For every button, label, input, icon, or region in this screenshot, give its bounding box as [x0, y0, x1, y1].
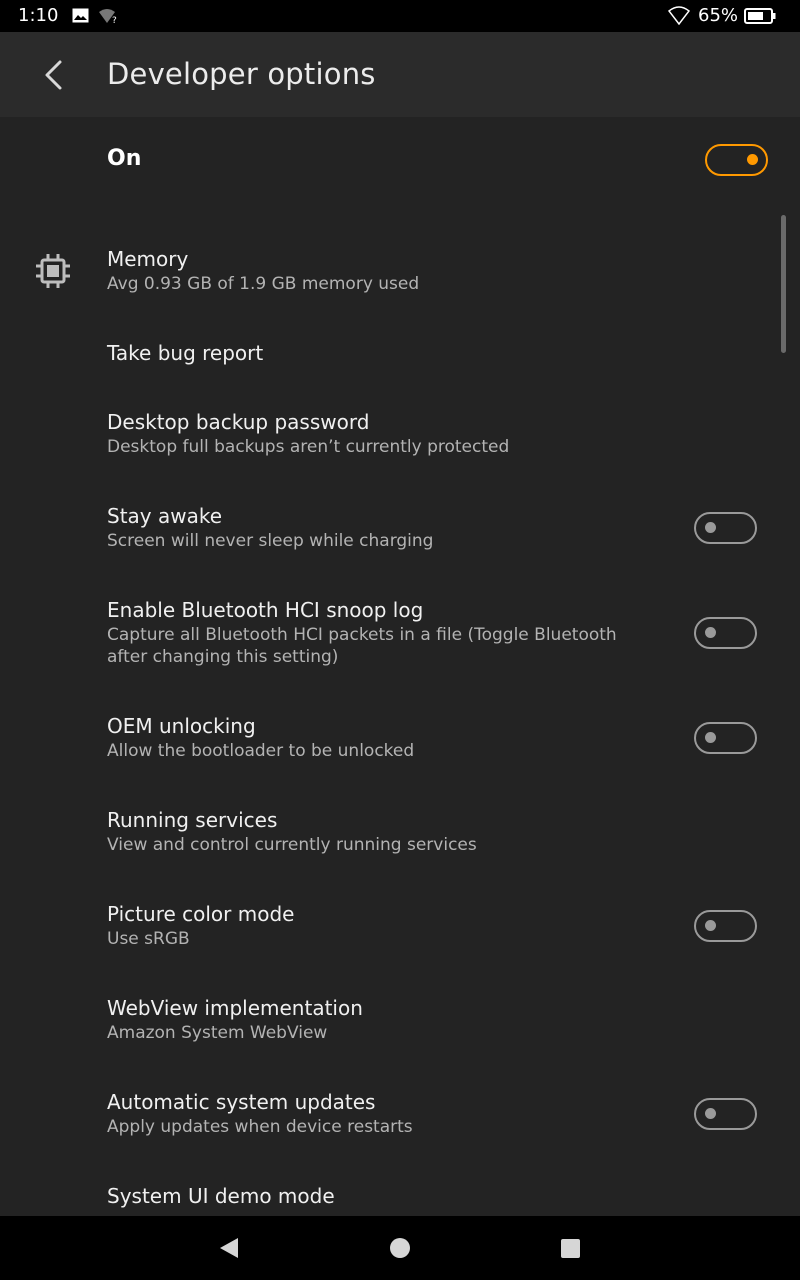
setting-subtitle: Allow the bootloader to be unlocked: [107, 741, 415, 761]
master-switch-label: On: [107, 146, 142, 171]
setting-take-bug-report[interactable]: Take bug report: [0, 330, 800, 376]
picture-color-mode-toggle[interactable]: [694, 910, 757, 942]
master-toggle[interactable]: [705, 144, 768, 176]
home-circle-icon[interactable]: [390, 1238, 410, 1258]
recents-square-icon[interactable]: [561, 1239, 580, 1258]
toggle-knob: [705, 627, 716, 638]
setting-memory[interactable]: Memory Avg 0.93 GB of 1.9 GB memory used: [0, 238, 800, 308]
setting-system-ui-demo-mode[interactable]: System UI demo mode: [0, 1174, 800, 1216]
setting-title: Running services: [107, 808, 278, 832]
toggle-knob: [705, 920, 716, 931]
setting-automatic-system-updates[interactable]: Automatic system updates Apply updates w…: [0, 1080, 800, 1150]
image-icon: [72, 8, 89, 23]
wifi-icon: [668, 6, 690, 25]
oem-unlocking-toggle[interactable]: [694, 722, 757, 754]
back-triangle-icon[interactable]: [218, 1236, 240, 1260]
chevron-left-icon: [45, 60, 62, 90]
setting-title: Enable Bluetooth HCI snoop log: [107, 598, 424, 622]
setting-subtitle: View and control currently running servi…: [107, 835, 477, 855]
setting-title: Picture color mode: [107, 902, 295, 926]
toggle-knob: [705, 732, 716, 743]
setting-title: Memory: [107, 247, 189, 271]
back-button[interactable]: [30, 52, 76, 98]
stay-awake-toggle[interactable]: [694, 512, 757, 544]
setting-title: Stay awake: [107, 504, 223, 528]
setting-picture-color-mode[interactable]: Picture color mode Use sRGB: [0, 892, 800, 962]
setting-title: Desktop backup password: [107, 410, 370, 434]
setting-subtitle: Avg 0.93 GB of 1.9 GB memory used: [107, 274, 420, 294]
setting-title: Automatic system updates: [107, 1090, 376, 1114]
setting-title: Take bug report: [107, 341, 264, 365]
battery-percent: 65%: [698, 5, 739, 26]
setting-stay-awake[interactable]: Stay awake Screen will never sleep while…: [0, 494, 800, 564]
toggle-knob: [705, 1108, 716, 1119]
toggle-knob: [705, 522, 716, 533]
setting-desktop-backup-password[interactable]: Desktop backup password Desktop full bac…: [0, 400, 800, 470]
status-bar: 1:10 ? 65%: [0, 0, 800, 32]
setting-subtitle: Apply updates when device restarts: [107, 1117, 413, 1137]
developer-options-master-switch-row[interactable]: On: [0, 117, 800, 203]
setting-subtitle: Amazon System WebView: [107, 1023, 328, 1043]
setting-running-services[interactable]: Running services View and control curren…: [0, 798, 800, 868]
automatic-updates-toggle[interactable]: [694, 1098, 757, 1130]
setting-subtitle: Use sRGB: [107, 929, 190, 949]
wifi-unknown-icon: ?: [99, 9, 117, 24]
page-title: Developer options: [107, 57, 376, 91]
setting-oem-unlocking[interactable]: OEM unlocking Allow the bootloader to be…: [0, 704, 800, 774]
setting-subtitle: Screen will never sleep while charging: [107, 531, 434, 551]
setting-bluetooth-hci-snoop-log[interactable]: Enable Bluetooth HCI snoop log Capture a…: [0, 588, 800, 680]
setting-subtitle: Capture all Bluetooth HCI packets in a f…: [107, 625, 617, 667]
setting-subtitle: Desktop full backups aren’t currently pr…: [107, 437, 510, 457]
status-time: 1:10: [18, 5, 59, 26]
bluetooth-hci-toggle[interactable]: [694, 617, 757, 649]
svg-text:?: ?: [112, 16, 117, 24]
navigation-bar: [0, 1216, 800, 1280]
setting-title: OEM unlocking: [107, 714, 256, 738]
setting-webview-implementation[interactable]: WebView implementation Amazon System Web…: [0, 986, 800, 1056]
app-bar: Developer options: [0, 32, 800, 117]
toggle-knob: [747, 154, 758, 165]
setting-title: WebView implementation: [107, 996, 363, 1020]
battery-icon: [744, 8, 776, 24]
setting-title: System UI demo mode: [107, 1184, 335, 1208]
